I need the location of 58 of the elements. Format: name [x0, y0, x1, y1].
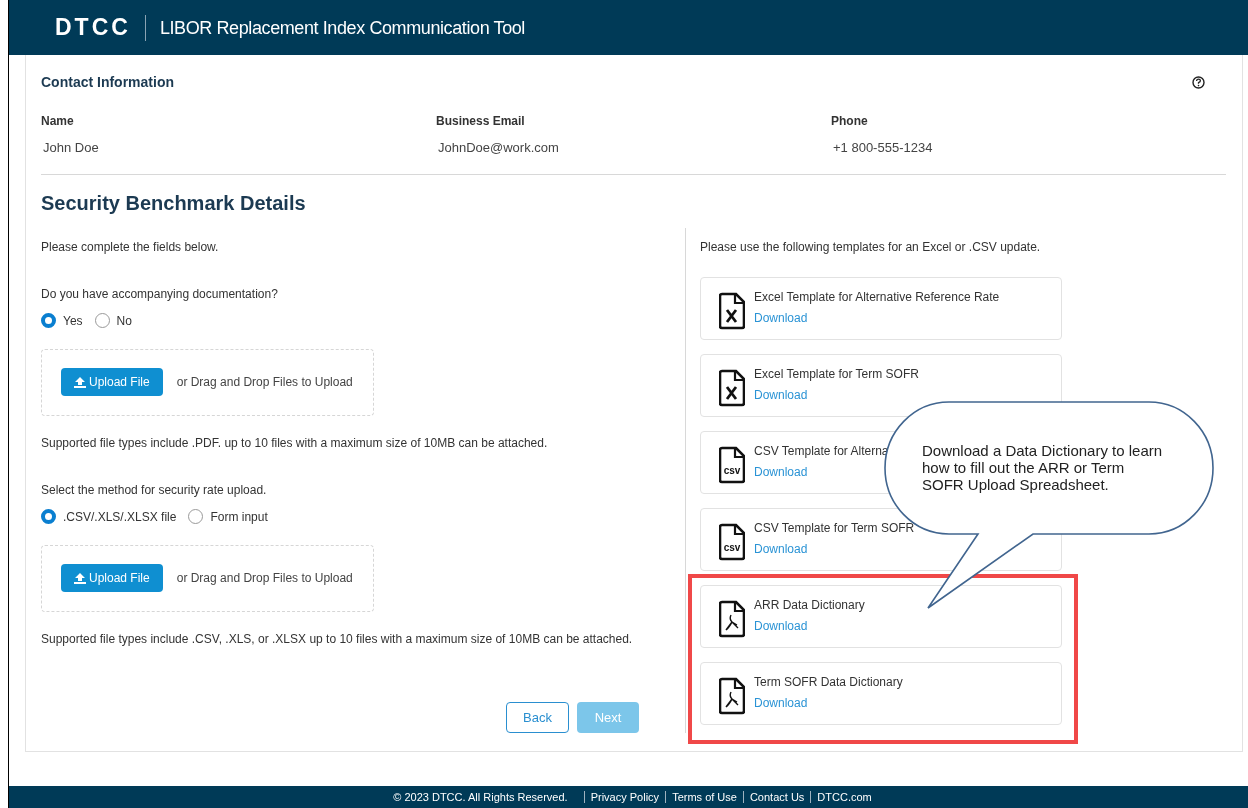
download-link[interactable]: Download [754, 541, 808, 556]
drop-zone[interactable]: Upload File or Drag and Drop Files to Upload [41, 544, 374, 612]
upload-icon [74, 572, 86, 584]
field-value: John Doe [43, 139, 100, 157]
template-title: CSV Template for Term SOFR [754, 520, 915, 535]
field-label: Business Email [436, 113, 526, 130]
radio-button[interactable] [188, 509, 204, 524]
upload-icon [74, 376, 86, 388]
download-link[interactable]: Download [754, 310, 808, 325]
csv-file-icon: csv [719, 522, 745, 561]
footer-link[interactable]: DTCC.com [817, 788, 872, 806]
copyright-text: © 2023 DTCC. All Rights Reserved. [393, 789, 568, 805]
footer-link[interactable]: Privacy Policy [590, 788, 660, 806]
logo: DTCC [55, 16, 131, 39]
drop-hint: or Drag and Drop Files to Upload [176, 570, 353, 587]
radio-label: .CSV/.XLS/.XLSX file [63, 508, 177, 526]
callout-text: Download a Data Dictionary to learn how to fill out the ARR or Term SOFR Upload Spreadsheet. [922, 442, 1164, 493]
download-link[interactable]: Download [754, 695, 808, 710]
pdf-file-icon [719, 676, 745, 715]
question-text: Do you have accompanying documentation? [41, 285, 279, 303]
template-title: Excel Template for Term SOFR [754, 366, 919, 381]
template-title: Excel Template for Alternative Reference Rate [754, 289, 1000, 304]
radio-label: Yes [63, 312, 83, 330]
section-title: Security Benchmark Details [41, 190, 307, 216]
download-link[interactable]: Download [754, 618, 808, 633]
app-title: LIBOR Replacement Index Communication Tool [159, 18, 525, 37]
field-value: JohnDoe@work.com [438, 139, 560, 157]
instruction-text: Please complete the fields below. [41, 238, 220, 256]
download-link[interactable]: Download [754, 387, 808, 402]
csv-file-icon: csv [719, 445, 745, 484]
back-button[interactable]: Back [506, 702, 569, 733]
field-label: Phone [831, 113, 869, 130]
radio-button[interactable] [94, 313, 110, 328]
footer-link[interactable]: Contact Us [749, 788, 805, 806]
section-heading: Contact Information [41, 73, 174, 92]
pdf-file-icon [719, 599, 745, 638]
radio-button[interactable] [41, 509, 56, 524]
radio-label: No [116, 312, 132, 330]
radio-button[interactable] [41, 313, 56, 328]
excel-file-icon [719, 291, 745, 330]
file-type-note: Supported file types include .PDF. up to 10 files with a maximum size of 10MB can be attached. [41, 434, 549, 452]
instruction-text: Please use the following templates for an Excel or .CSV update. [700, 238, 1042, 256]
upload-button[interactable]: Upload File [61, 368, 163, 396]
radio-label: Form input [210, 508, 268, 526]
help-icon[interactable] [1192, 76, 1205, 89]
question-text: Select the method for security rate upload. [41, 481, 268, 499]
excel-file-icon [719, 368, 745, 407]
field-value: +1 800-555-1234 [833, 139, 934, 157]
drop-hint: or Drag and Drop Files to Upload [176, 374, 353, 391]
download-link[interactable]: Download [754, 464, 808, 479]
template-title: ARR Data Dictionary [754, 597, 865, 612]
file-type-note: Supported file types include .CSV, .XLS, or .XLSX up to 10 files with a maximum size of 10MB can be attached. [41, 630, 634, 648]
footer-link[interactable]: Terms of Use [672, 788, 737, 806]
field-label: Name [41, 113, 75, 130]
template-title: CSV Template for Alterna [754, 443, 889, 458]
upload-button[interactable]: Upload File [61, 564, 163, 592]
drop-zone[interactable]: Upload File or Drag and Drop Files to Upload [41, 348, 374, 416]
template-title: Term SOFR Data Dictionary [754, 674, 903, 689]
